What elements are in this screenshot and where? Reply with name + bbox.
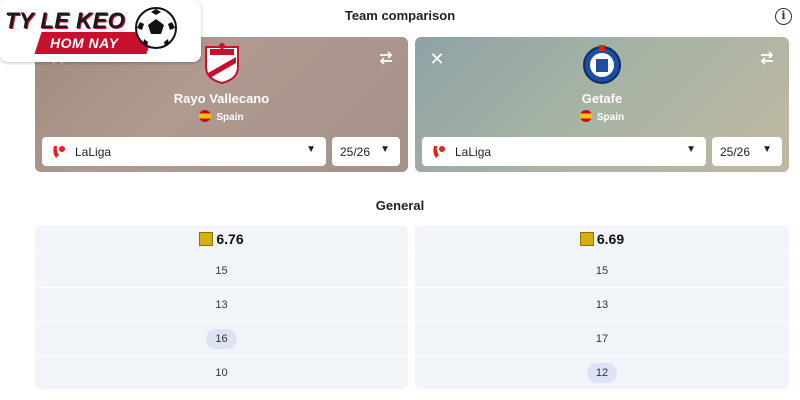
rayo-vallecano-crest-icon [204,43,239,85]
season-select-value: 25/26 [340,145,371,159]
brand-logo-title: TY LE KEO [5,8,126,33]
season-select[interactable]: 25/26 ▼ [332,137,400,166]
league-select[interactable]: LaLiga ▼ [42,137,326,166]
team-country-label: Spain [596,112,625,123]
team-country: Spain [415,110,789,123]
team-name: Rayo Vallecano [173,91,270,106]
stat-row: 17 [415,321,789,355]
team-country-label: Spain [216,112,244,123]
getafe-crest-icon [583,45,621,84]
league-select-value: LaLiga [75,145,112,159]
rating-value: 6.69 [596,231,625,247]
info-icon[interactable]: i [775,8,792,25]
stat-value: 13 [595,299,609,311]
stat-row: 16 [35,321,408,355]
stats-column-home: 6.76 15 13 16 10 [35,226,408,389]
league-select-value: LaLiga [455,145,492,159]
stat-value: 13 [215,299,228,311]
soccer-ball-icon [135,7,177,49]
season-select-value: 25/26 [720,145,751,159]
swap-icon[interactable] [376,49,396,69]
stat-value: 15 [215,265,228,277]
stat-row: 15 [415,253,789,287]
stat-value-highlighted: 12 [586,363,618,383]
team-card-away: ✕ Getafe Spain LaLiga ▼ 25/26 ▼ [415,37,789,172]
stat-row: 15 [35,253,408,287]
team-name: Getafe [581,91,623,106]
stat-value-highlighted: 16 [206,329,237,349]
team-country: Spain [35,110,408,123]
stat-row: 10 [35,355,408,389]
season-select[interactable]: 25/26 ▼ [712,137,782,166]
rating-row: 6.76 [35,226,408,253]
stat-row: 13 [415,287,789,321]
chevron-down-icon: ▼ [686,144,696,155]
laliga-icon [433,146,445,158]
chevron-down-icon: ▼ [762,144,772,155]
stat-row: 12 [415,355,789,389]
spain-flag-icon [579,110,592,122]
rating-row: 6.69 [415,226,789,253]
stats-column-away: 6.69 15 13 17 12 [415,226,789,389]
rating-value: 6.76 [216,231,244,247]
brand-logo: TY LE KEO HOM NAY [0,0,201,62]
chevron-down-icon: ▼ [380,144,390,155]
laliga-icon [53,146,65,158]
stat-row: 13 [35,287,408,321]
league-select[interactable]: LaLiga ▼ [422,137,706,166]
chevron-down-icon: ▼ [306,144,316,155]
spain-flag-icon [199,110,212,122]
section-title-general: General [375,198,425,213]
stat-value: 10 [215,367,228,379]
stat-value: 15 [595,265,609,277]
close-icon[interactable]: ✕ [427,49,447,69]
stat-value: 17 [595,333,609,345]
brand-logo-subtitle: HOM NAY [50,35,119,51]
swap-icon[interactable] [757,49,777,69]
rating-badge-icon [579,232,594,246]
rating-badge-icon [199,232,214,246]
